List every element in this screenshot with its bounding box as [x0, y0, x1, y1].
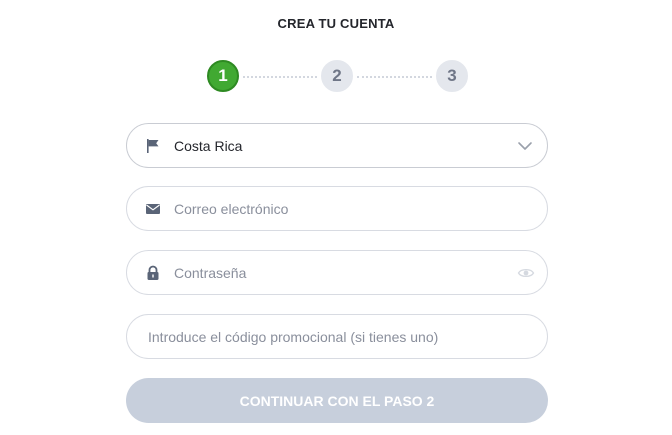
continue-step-2-button[interactable]: CONTINUAR CON EL PASO 2: [126, 378, 548, 423]
eye-icon[interactable]: [517, 265, 535, 281]
step-3-indicator: 3: [436, 60, 468, 92]
email-placeholder: Correo electrónico: [174, 200, 289, 217]
country-select[interactable]: Costa Rica: [126, 123, 548, 168]
step-2-indicator: 2: [321, 60, 353, 92]
country-value: Costa Rica: [174, 137, 243, 154]
password-placeholder: Contraseña: [174, 264, 247, 281]
email-field[interactable]: Correo electrónico: [126, 186, 548, 231]
progress-stepper: 1 2 3: [0, 60, 672, 96]
lock-icon: [145, 265, 161, 281]
password-field[interactable]: Contraseña: [126, 250, 548, 295]
step-connector: [357, 76, 432, 78]
flag-icon: [145, 138, 161, 154]
step-connector: [243, 76, 317, 78]
page-title: CREA TU CUENTA: [277, 16, 395, 31]
promo-code-field[interactable]: Introduce el código promocional (si tien…: [126, 314, 548, 359]
envelope-icon: [145, 201, 161, 217]
chevron-down-icon[interactable]: [517, 138, 533, 154]
promo-code-placeholder: Introduce el código promocional (si tien…: [148, 328, 439, 345]
step-1-indicator: 1: [207, 60, 239, 92]
